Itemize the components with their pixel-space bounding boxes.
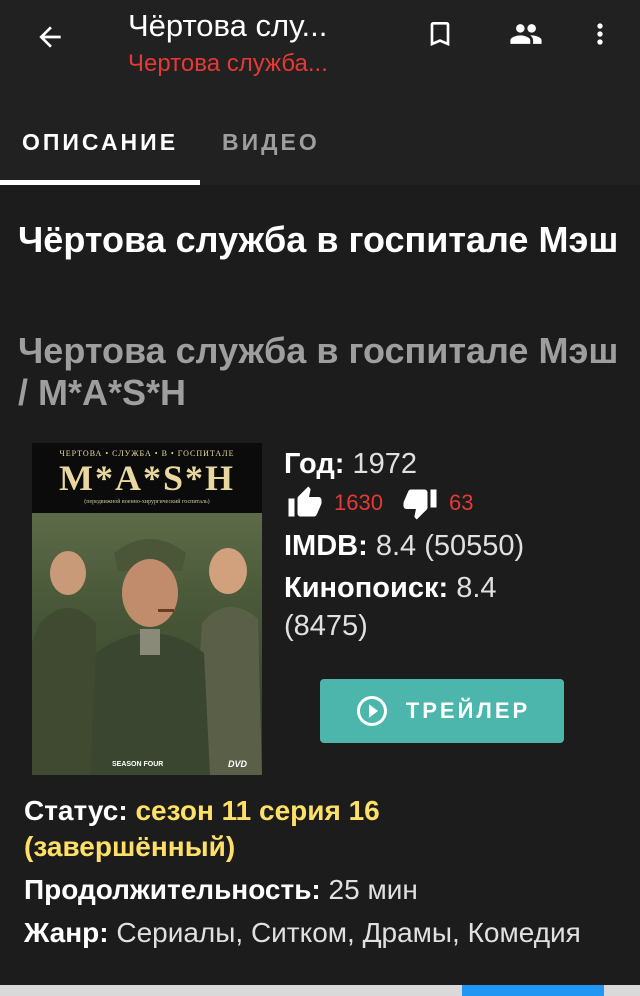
- play-circle-icon: [356, 696, 387, 726]
- year-row: Год: 1972: [284, 445, 624, 483]
- title-block: Чёртова слу... Чертова служба...: [128, 6, 378, 80]
- trailer-label: ТРЕЙЛЕР: [405, 698, 531, 723]
- more-vert-icon: [597, 23, 603, 45]
- votes-row: 1630 63: [284, 483, 624, 523]
- kinopoisk-value: 8.4: [456, 572, 497, 604]
- dislikes-count: 63: [448, 490, 474, 515]
- status-row: Статус: сезон 11 серия 16 (завершённый): [24, 793, 624, 865]
- info-block: Год: 1972 1630 63 IMDB: 8.4 (50550) Кино…: [284, 445, 624, 645]
- imdb-value: 8.4 (50550): [375, 530, 525, 562]
- trailer-button[interactable]: ТРЕЙЛЕР: [320, 679, 564, 743]
- tab-description[interactable]: ОПИСАНИЕ: [0, 100, 200, 185]
- people-button[interactable]: [502, 10, 550, 58]
- bottom-accent-bar: [462, 985, 604, 996]
- bookmark-button[interactable]: [416, 10, 464, 58]
- people-icon: [510, 24, 542, 44]
- bookmark-outline-icon: [430, 22, 450, 46]
- tab-bar: ОПИСАНИЕ ВИДЕО: [0, 100, 640, 185]
- genre-label: Жанр:: [24, 917, 109, 948]
- genre-row: Жанр: Сериалы, Ситком, Драмы, Комедия: [24, 915, 624, 959]
- duration-row: Продолжительность: 25 мин: [24, 872, 624, 908]
- thumb-up-icon[interactable]: [284, 485, 326, 521]
- details-block: Статус: сезон 11 серия 16 (завершённый) …: [24, 793, 624, 966]
- movie-title: Чёртова служба в госпитале Мэш: [18, 219, 619, 260]
- kinopoisk-votes: (8475): [284, 610, 368, 642]
- content-area[interactable]: Чёртова служба в госпитале Мэш Чертова с…: [0, 185, 640, 996]
- poster-figures: [32, 539, 262, 775]
- genre-value: Сериалы, Ситком, Драмы, Комедия: [116, 917, 581, 948]
- likes-count: 1630: [334, 490, 383, 515]
- year-value: 1972: [352, 448, 417, 480]
- poster-season: SEASON FOUR: [112, 761, 164, 768]
- kinopoisk-label: Кинопоиск:: [284, 572, 449, 604]
- movie-original-title: Чертова служба в госпитале Мэш / M*A*S*H: [18, 330, 619, 413]
- tab-video[interactable]: ВИДЕО: [222, 100, 320, 185]
- poster-dvd-logo: DVD: [228, 759, 248, 769]
- arrow-left-icon: [39, 26, 61, 48]
- status-value: сезон 11 серия 16: [135, 795, 380, 826]
- toolbar-title: Чёртова слу...: [128, 8, 328, 43]
- toolbar-subtitle: Чертова служба...: [128, 50, 328, 77]
- imdb-row: IMDB: 8.4 (50550): [284, 527, 624, 565]
- duration-label: Продолжительность:: [24, 874, 321, 905]
- year-label: Год:: [284, 448, 345, 480]
- duration-value: 25 мин: [328, 874, 418, 905]
- more-options-button[interactable]: [576, 10, 624, 58]
- imdb-label: IMDB:: [284, 530, 368, 562]
- thumb-down-icon[interactable]: [399, 485, 441, 521]
- status-state: (завершённый): [24, 831, 236, 862]
- kinopoisk-row: Кинопоиск: 8.4: [284, 569, 624, 607]
- status-label: Статус:: [24, 795, 128, 826]
- back-button[interactable]: [22, 14, 78, 60]
- poster-image[interactable]: ЧЕРТОВА • СЛУЖБА • В • ГОСПИТАЛЕ M*A*S*H…: [32, 443, 262, 775]
- app-bar: Чёртова слу... Чертова служба... ОПИСАНИ…: [0, 0, 640, 185]
